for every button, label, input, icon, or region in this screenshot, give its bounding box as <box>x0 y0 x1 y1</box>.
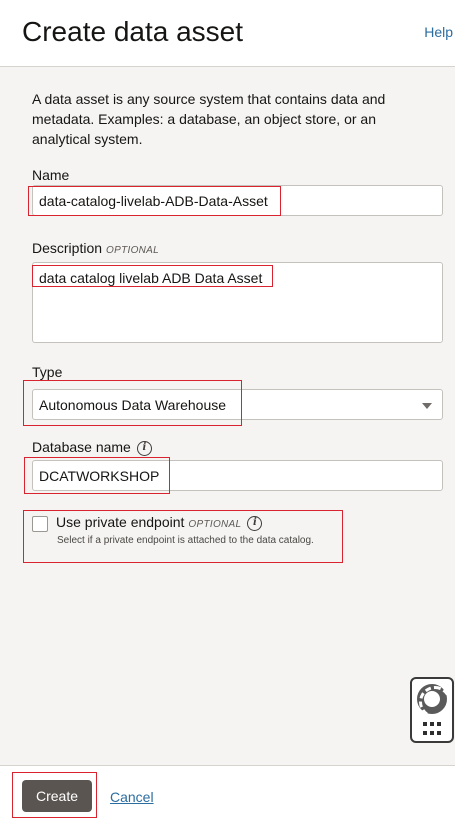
description-textarea[interactable]: data catalog livelab ADB Data Asset <box>32 262 443 343</box>
help-link[interactable]: Help <box>424 24 453 40</box>
type-label: Type <box>32 364 63 380</box>
description-label: Description OPTIONAL <box>32 240 159 256</box>
database-name-label: Database name i <box>32 439 152 456</box>
database-name-label-text: Database name <box>32 439 131 455</box>
type-select[interactable]: Autonomous Data Warehouse <box>32 389 443 420</box>
database-name-input-value: DCATWORKSHOP <box>39 468 160 484</box>
database-name-input[interactable]: DCATWORKSHOP <box>32 460 443 491</box>
create-button[interactable]: Create <box>22 780 92 812</box>
name-label: Name <box>32 167 70 183</box>
private-endpoint-label-text: Use private endpoint <box>56 514 185 530</box>
page-title: Create data asset <box>22 16 244 47</box>
panel-footer: Create Cancel <box>0 765 455 825</box>
name-input-value: data-catalog-livelab-ADB-Data-Asset <box>39 193 268 209</box>
private-endpoint-checkbox[interactable] <box>32 516 48 532</box>
info-icon[interactable]: i <box>136 440 152 456</box>
private-endpoint-hint: Select if a private endpoint is attached… <box>57 535 314 546</box>
private-endpoint-label: Use private endpoint OPTIONAL i <box>56 514 263 531</box>
help-widget[interactable] <box>410 677 454 743</box>
type-select-value: Autonomous Data Warehouse <box>39 397 227 413</box>
info-icon[interactable]: i <box>247 515 263 531</box>
lifebuoy-icon <box>417 684 451 718</box>
grid-dots-icon <box>423 722 443 736</box>
description-optional-tag: OPTIONAL <box>106 245 159 256</box>
cancel-link[interactable]: Cancel <box>110 789 154 805</box>
description-textarea-value: data catalog livelab ADB Data Asset <box>39 270 263 286</box>
name-input[interactable]: data-catalog-livelab-ADB-Data-Asset <box>32 185 443 216</box>
intro-text: A data asset is any source system that c… <box>32 91 386 147</box>
panel-header: Create data asset Help <box>0 0 455 67</box>
form-body: A data asset is any source system that c… <box>0 67 455 765</box>
chevron-down-icon <box>422 403 432 409</box>
description-label-text: Description <box>32 240 103 256</box>
private-endpoint-optional-tag: OPTIONAL <box>188 519 242 530</box>
